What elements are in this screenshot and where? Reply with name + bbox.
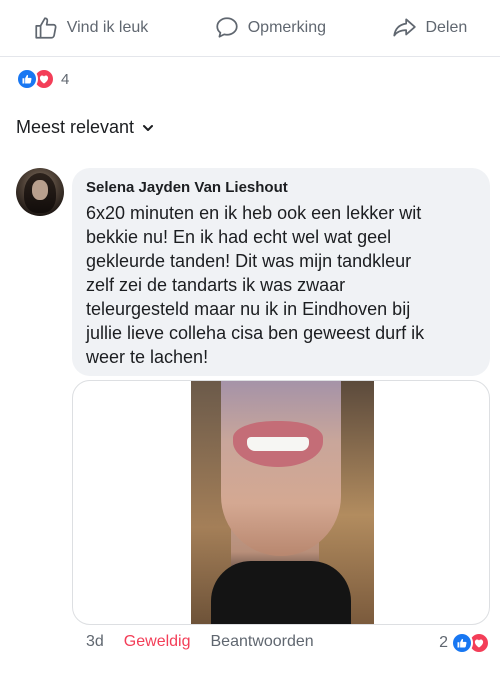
comment-photo-attachment[interactable] [72, 380, 490, 625]
share-label: Delen [425, 19, 468, 36]
avatar[interactable] [16, 168, 64, 216]
chevron-down-icon [143, 124, 154, 131]
comment-author[interactable]: Selena Jayden Van Lieshout [86, 179, 476, 196]
comment-reaction-icons [451, 632, 490, 654]
comment-photo[interactable] [191, 381, 374, 624]
post-action-bar: Vind ik leuk Opmerking Delen [0, 0, 500, 57]
share-button[interactable]: Delen [391, 15, 467, 41]
sort-label: Meest relevant [16, 117, 135, 137]
comment-timestamp[interactable]: 3d [86, 633, 104, 651]
speech-bubble-icon [216, 17, 238, 38]
comment-meta: 3d Geweldig Beantwoorden [86, 633, 314, 651]
reply-button[interactable]: Beantwoorden [211, 633, 314, 651]
comment-sort-dropdown[interactable]: Meest relevant [16, 117, 154, 138]
reaction-count: 4 [61, 70, 70, 88]
reactions-summary[interactable]: 4 [16, 68, 69, 90]
thumbs-up-icon [35, 17, 57, 39]
comment-reaction-count: 2 [439, 634, 448, 651]
like-icon [451, 632, 473, 654]
comment-text: 6x20 minuten en ik heb ook een lekker wi… [86, 203, 425, 367]
react-button[interactable]: Geweldig [124, 633, 191, 651]
share-arrow-icon [393, 18, 417, 37]
like-icon [16, 68, 38, 90]
comment-bubble: Selena Jayden Van Lieshout 6x20 minuten … [72, 168, 490, 376]
like-button[interactable]: Vind ik leuk [33, 15, 149, 41]
like-label: Vind ik leuk [66, 19, 149, 36]
comment-label: Opmerking [247, 19, 326, 36]
comment-reactions-summary[interactable]: 2 [439, 632, 490, 654]
reaction-icons [16, 68, 55, 90]
comment-button[interactable]: Opmerking [214, 15, 326, 41]
